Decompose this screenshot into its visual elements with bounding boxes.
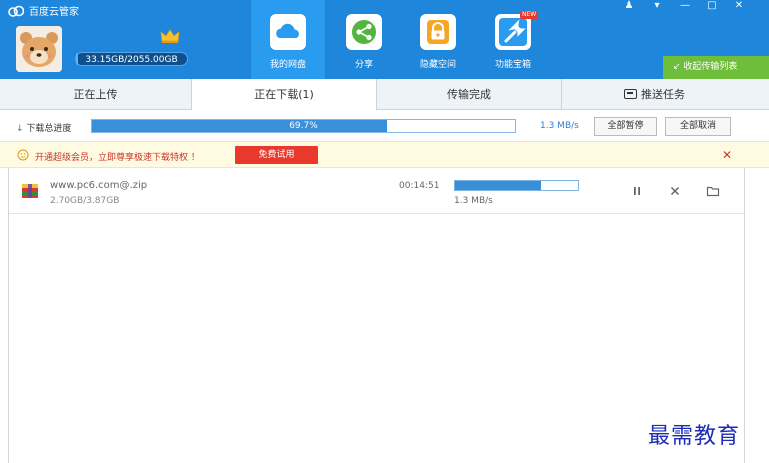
- promo-text: 开通超级会员，立即尊享极速下载特权 ！: [35, 153, 200, 163]
- nav-toolbox[interactable]: NEW 功能宝箱: [476, 0, 550, 79]
- app-title-bar: 百度云管家: [8, 3, 79, 18]
- nav-my-disk[interactable]: 我的网盘: [251, 0, 325, 79]
- storage-quota-text: 33.15GB/2055.00GB: [85, 55, 178, 65]
- total-progress-percent: 69.7%: [289, 121, 318, 131]
- transfer-tabs: 正在上传 正在下载(1) 传输完成 推送任务: [0, 79, 769, 111]
- new-badge: NEW: [520, 11, 539, 19]
- total-progress-bar: 69.7%: [91, 119, 516, 133]
- push-task-icon: [624, 89, 637, 99]
- collapse-arrow-icon: ↙: [673, 62, 684, 72]
- total-progress-row: ↓ 下载总进度 69.7% 1.3 MB/s 全部暂停 全部取消: [0, 111, 769, 141]
- nav-label: 分享: [354, 60, 373, 70]
- nav-label: 隐藏空间: [419, 60, 456, 70]
- pause-icon[interactable]: [630, 184, 644, 198]
- baidu-cloud-icon: [8, 5, 24, 17]
- nav-share[interactable]: 分享: [327, 0, 401, 79]
- file-progress-bar: [454, 180, 579, 191]
- promo-close-icon[interactable]: ✕: [722, 148, 732, 162]
- maximize-button[interactable]: □: [700, 0, 724, 14]
- tab-push-tasks[interactable]: 推送任务: [562, 79, 747, 110]
- total-progress-label: ↓ 下载总进度: [16, 121, 71, 134]
- tab-push-tasks-label: 推送任务: [641, 88, 685, 101]
- storage-quota-fill: [76, 53, 78, 65]
- app-title: 百度云管家: [29, 7, 79, 18]
- time-remaining: 00:14:51: [399, 181, 440, 191]
- cancel-icon[interactable]: [668, 184, 682, 198]
- zip-file-icon: [22, 184, 38, 198]
- lock-icon: [420, 14, 456, 50]
- collapse-label: 收起传输列表: [683, 62, 738, 72]
- free-trial-button[interactable]: 免费试用: [235, 146, 318, 164]
- storage-quota: 33.15GB/2055.00GB: [75, 52, 188, 66]
- cloud-icon: [270, 14, 306, 50]
- nav-label: 功能宝箱: [494, 60, 531, 70]
- toolbox-icon: [495, 14, 531, 50]
- watermark: 最需教育: [648, 424, 741, 449]
- file-progress-fill: [455, 181, 541, 190]
- bear-avatar-icon: [16, 26, 62, 72]
- menu-button[interactable]: ▾: [645, 0, 669, 14]
- cancel-all-button[interactable]: 全部取消: [665, 117, 731, 136]
- app-header: 百度云管家 33.15GB/2055.00GB 我的网盘 分享 隐藏空间 NEW…: [0, 0, 769, 79]
- collapse-transfer-list-button[interactable]: ↙ 收起传输列表: [663, 56, 769, 79]
- pause-all-button[interactable]: 全部暂停: [594, 117, 657, 136]
- total-speed: 1.3 MB/s: [540, 121, 579, 131]
- nav-label: 我的网盘: [269, 60, 306, 70]
- tab-completed[interactable]: 传输完成: [377, 79, 562, 110]
- total-progress-label-text: 下载总进度: [26, 124, 72, 134]
- smile-icon: [17, 149, 29, 161]
- avatar[interactable]: [16, 26, 62, 72]
- minimize-button[interactable]: —: [673, 0, 697, 14]
- skin-button[interactable]: ♟: [617, 0, 641, 14]
- tab-uploading[interactable]: 正在上传: [0, 79, 192, 110]
- download-list: www.pc6.com@.zip 2.70GB/3.87GB 00:14:51 …: [8, 168, 745, 463]
- nav-hidden-space[interactable]: 隐藏空间: [401, 0, 475, 79]
- crown-icon[interactable]: [160, 28, 180, 44]
- file-size: 2.70GB/3.87GB: [50, 196, 120, 206]
- download-row[interactable]: www.pc6.com@.zip 2.70GB/3.87GB 00:14:51 …: [9, 168, 744, 214]
- download-arrow-icon: ↓: [16, 124, 27, 134]
- file-name: www.pc6.com@.zip: [50, 180, 148, 191]
- tab-downloading[interactable]: 正在下载(1): [192, 79, 377, 111]
- folder-icon[interactable]: [706, 184, 720, 198]
- share-icon: [346, 14, 382, 50]
- file-speed: 1.3 MB/s: [454, 196, 493, 206]
- close-button[interactable]: ✕: [727, 0, 751, 14]
- vip-promo-bar: 开通超级会员，立即尊享极速下载特权 ！ 免费试用 ✕: [0, 141, 769, 168]
